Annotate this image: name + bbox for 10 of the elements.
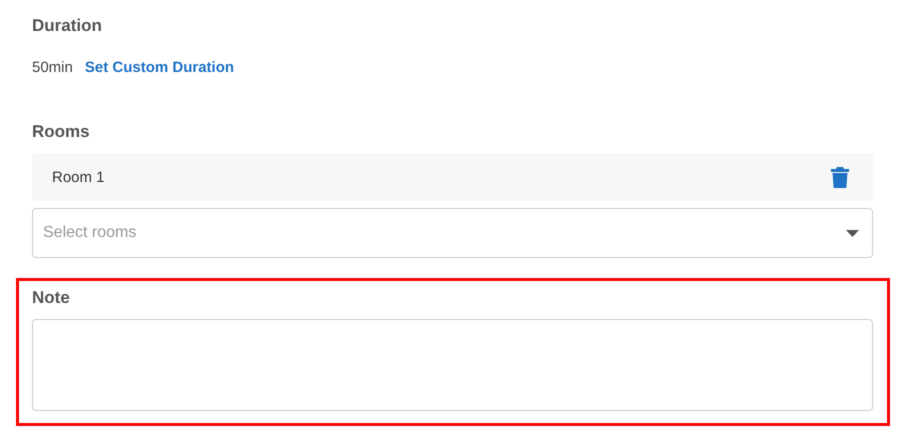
rooms-label: Rooms — [32, 122, 90, 142]
trash-icon[interactable] — [831, 166, 849, 188]
dropdown-caret-icon[interactable] — [846, 230, 859, 237]
select-rooms-field[interactable]: Select rooms — [32, 208, 873, 258]
note-field[interactable] — [32, 319, 873, 411]
note-label: Note — [32, 288, 70, 308]
duration-value: 50min — [32, 58, 73, 78]
set-custom-duration-link[interactable]: Set Custom Duration — [84, 58, 234, 78]
duration-label: Duration — [32, 16, 102, 36]
room-item: Room 1 — [32, 153, 873, 201]
